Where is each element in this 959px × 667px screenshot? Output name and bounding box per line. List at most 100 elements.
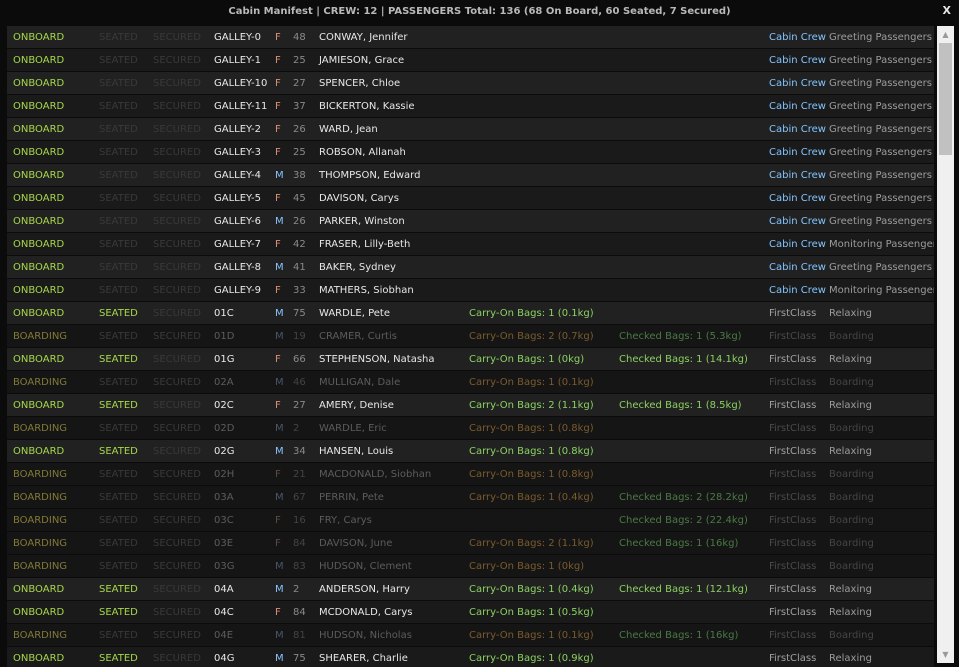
activity-cell: Greeting Passengers xyxy=(829,147,932,158)
seat-cell: GALLEY-5 xyxy=(214,193,261,204)
manifest-row[interactable]: BOARDING SEATED SECURED 02D M 2 WARDLE, Eric Ca… xyxy=(7,417,934,439)
manifest-row[interactable]: ONBOARD SEATED SECURED GALLEY-11 F 37 BICKERTO… xyxy=(7,95,934,117)
seat-cell: 02G xyxy=(214,446,235,457)
role-cell: FirstClass xyxy=(769,607,817,618)
role-cell: Cabin Crew xyxy=(769,101,826,112)
name-cell: THOMPSON, Edward xyxy=(319,170,421,181)
activity-cell: Boarding xyxy=(829,423,874,434)
activity-cell: Greeting Passengers xyxy=(829,216,932,227)
seated-cell: SEATED xyxy=(99,584,138,595)
activity-cell: Relaxing xyxy=(829,607,872,618)
seat-cell: 02D xyxy=(214,423,235,434)
manifest-row[interactable]: ONBOARD SEATED SECURED 01C M 75 WARDLE, Pete Ca… xyxy=(7,302,934,324)
gender-cell: M xyxy=(275,331,284,342)
name-cell: PERRIN, Pete xyxy=(319,492,384,503)
manifest-row[interactable]: ONBOARD SEATED SECURED GALLEY-0 F 48 CONWAY, J… xyxy=(7,26,934,48)
name-cell: CONWAY, Jennifer xyxy=(319,32,408,43)
status-cell: BOARDING xyxy=(13,515,68,526)
manifest-row[interactable]: ONBOARD SEATED SECURED 04C F 84 MCDONALD, Cary… xyxy=(7,601,934,623)
manifest-row[interactable]: ONBOARD SEATED SECURED GALLEY-7 F 42 FRASER, L… xyxy=(7,233,934,255)
role-cell: Cabin Crew xyxy=(769,216,826,227)
age-cell: 2 xyxy=(293,584,300,595)
name-cell: MATHERS, Siobhan xyxy=(319,285,414,296)
seat-cell: GALLEY-11 xyxy=(214,101,268,112)
manifest-row[interactable]: ONBOARD SEATED SECURED GALLEY-1 F 25 JAMIESON,… xyxy=(7,49,934,71)
manifest-list[interactable]: ONBOARD SEATED SECURED GALLEY-0 F 48 CONWAY, J… xyxy=(7,26,934,667)
manifest-row[interactable]: ONBOARD SEATED SECURED 02G M 34 HANSEN, Louis C… xyxy=(7,440,934,462)
manifest-row[interactable]: ONBOARD SEATED SECURED GALLEY-3 F 25 ROBSON, A… xyxy=(7,141,934,163)
seat-cell: 01D xyxy=(214,331,235,342)
secured-cell: SECURED xyxy=(153,193,201,204)
manifest-row[interactable]: BOARDING SEATED SECURED 03E F 84 DAVISON, June… xyxy=(7,532,934,554)
manifest-row[interactable]: ONBOARD SEATED SECURED GALLEY-5 F 45 DAVISON, … xyxy=(7,187,934,209)
close-button[interactable]: X xyxy=(943,4,951,17)
manifest-row[interactable]: BOARDING SEATED SECURED 03C F 16 FRY, Carys Che… xyxy=(7,509,934,531)
secured-cell: SECURED xyxy=(153,308,201,319)
manifest-row[interactable]: BOARDING SEATED SECURED 02A M 46 MULLIGAN, Dal… xyxy=(7,371,934,393)
age-cell: 16 xyxy=(293,515,306,526)
checked-bags-cell: Checked Bags: 2 (22.4kg) xyxy=(619,515,748,526)
status-cell: ONBOARD xyxy=(13,78,65,89)
manifest-row[interactable]: ONBOARD SEATED SECURED GALLEY-6 M 26 PARKER, W… xyxy=(7,210,934,232)
status-cell: ONBOARD xyxy=(13,55,65,66)
manifest-row[interactable]: BOARDING SEATED SECURED 01D M 19 CRAMER, Curti… xyxy=(7,325,934,347)
status-cell: ONBOARD xyxy=(13,147,65,158)
secured-cell: SECURED xyxy=(153,607,201,618)
seated-cell: SEATED xyxy=(99,423,138,434)
scrollbar-thumb[interactable] xyxy=(939,43,952,155)
scroll-down-arrow-icon[interactable]: ▼ xyxy=(937,646,954,663)
status-cell: ONBOARD xyxy=(13,308,65,319)
status-cell: BOARDING xyxy=(13,331,68,342)
manifest-row[interactable]: ONBOARD SEATED SECURED GALLEY-2 F 26 WARD, Jea… xyxy=(7,118,934,140)
carry-on-bags-cell: Carry-On Bags: 1 (0.8kg) xyxy=(469,469,594,480)
name-cell: SHEARER, Charlie xyxy=(319,653,408,664)
status-cell: ONBOARD xyxy=(13,170,65,181)
name-cell: ANDERSON, Harry xyxy=(319,584,410,595)
seat-cell: 02C xyxy=(214,400,234,411)
secured-cell: SECURED xyxy=(153,377,201,388)
vertical-scrollbar[interactable]: ▲ ▼ xyxy=(937,26,954,663)
manifest-row[interactable]: ONBOARD SEATED SECURED 04G M 75 SHEARER, Charl… xyxy=(7,647,934,667)
carry-on-bags-cell: Carry-On Bags: 1 (0.1kg) xyxy=(469,630,594,641)
gender-cell: M xyxy=(275,170,284,181)
seat-cell: GALLEY-1 xyxy=(214,55,261,66)
age-cell: 25 xyxy=(293,55,306,66)
manifest-row[interactable]: ONBOARD SEATED SECURED 04A M 2 ANDERSON, Harry… xyxy=(7,578,934,600)
status-cell: ONBOARD xyxy=(13,101,65,112)
gender-cell: F xyxy=(275,193,281,204)
secured-cell: SECURED xyxy=(153,354,201,365)
manifest-row[interactable]: ONBOARD SEATED SECURED GALLEY-8 M 41 BAKER, Sy… xyxy=(7,256,934,278)
seated-cell: SEATED xyxy=(99,32,138,43)
status-cell: BOARDING xyxy=(13,561,68,572)
seat-cell: 04A xyxy=(214,584,234,595)
age-cell: 34 xyxy=(293,446,306,457)
manifest-row[interactable]: BOARDING SEATED SECURED 02H F 21 MACDONALD, Si… xyxy=(7,463,934,485)
manifest-row[interactable]: BOARDING SEATED SECURED 03G M 83 HUDSON, Cleme… xyxy=(7,555,934,577)
manifest-row[interactable]: ONBOARD SEATED SECURED 02C F 27 AMERY, Denise C… xyxy=(7,394,934,416)
secured-cell: SECURED xyxy=(153,469,201,480)
secured-cell: SECURED xyxy=(153,55,201,66)
activity-cell: Relaxing xyxy=(829,653,872,664)
age-cell: 25 xyxy=(293,147,306,158)
status-cell: ONBOARD xyxy=(13,32,65,43)
secured-cell: SECURED xyxy=(153,492,201,503)
activity-cell: Boarding xyxy=(829,492,874,503)
seated-cell: SEATED xyxy=(99,239,138,250)
manifest-row[interactable]: ONBOARD SEATED SECURED GALLEY-9 F 33 MATHERS, … xyxy=(7,279,934,301)
manifest-row[interactable]: BOARDING SEATED SECURED 03A M 67 PERRIN, Pete C… xyxy=(7,486,934,508)
gender-cell: F xyxy=(275,147,281,158)
seated-cell: SEATED xyxy=(99,561,138,572)
manifest-row[interactable]: ONBOARD SEATED SECURED GALLEY-10 F 27 SPENCER,… xyxy=(7,72,934,94)
gender-cell: M xyxy=(275,423,284,434)
name-cell: HUDSON, Nicholas xyxy=(319,630,412,641)
role-cell: Cabin Crew xyxy=(769,147,826,158)
carry-on-bags-cell: Carry-On Bags: 1 (0kg) xyxy=(469,354,585,365)
scroll-up-arrow-icon[interactable]: ▲ xyxy=(937,26,954,43)
seated-cell: SEATED xyxy=(99,124,138,135)
manifest-row[interactable]: ONBOARD SEATED SECURED 01G F 66 STEPHENSON, Na… xyxy=(7,348,934,370)
manifest-row[interactable]: ONBOARD SEATED SECURED GALLEY-4 M 38 THOMPSON,… xyxy=(7,164,934,186)
role-cell: FirstClass xyxy=(769,446,817,457)
activity-cell: Boarding xyxy=(829,561,874,572)
manifest-row[interactable]: BOARDING SEATED SECURED 04E M 81 HUDSON, Nicho… xyxy=(7,624,934,646)
seated-cell: SEATED xyxy=(99,354,138,365)
